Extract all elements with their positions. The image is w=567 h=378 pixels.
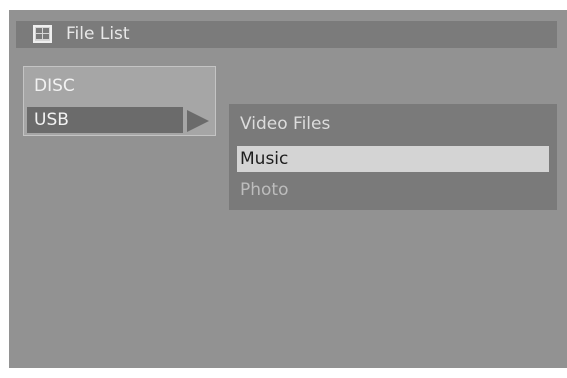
menu-item-music[interactable]: Music	[237, 146, 549, 172]
file-list-grid-icon	[33, 25, 52, 43]
page-title: File List	[66, 24, 130, 44]
title-bar: File List	[16, 21, 557, 48]
file-type-menu: Video Files Music Photo	[229, 104, 557, 210]
source-item-usb[interactable]: USB	[27, 107, 183, 133]
source-menu: DISC USB	[23, 66, 216, 136]
triangle-right-icon	[187, 110, 209, 132]
menu-item-photo[interactable]: Photo	[237, 177, 549, 203]
menu-item-video-files[interactable]: Video Files	[237, 111, 549, 137]
source-item-disc[interactable]: DISC	[27, 73, 207, 99]
